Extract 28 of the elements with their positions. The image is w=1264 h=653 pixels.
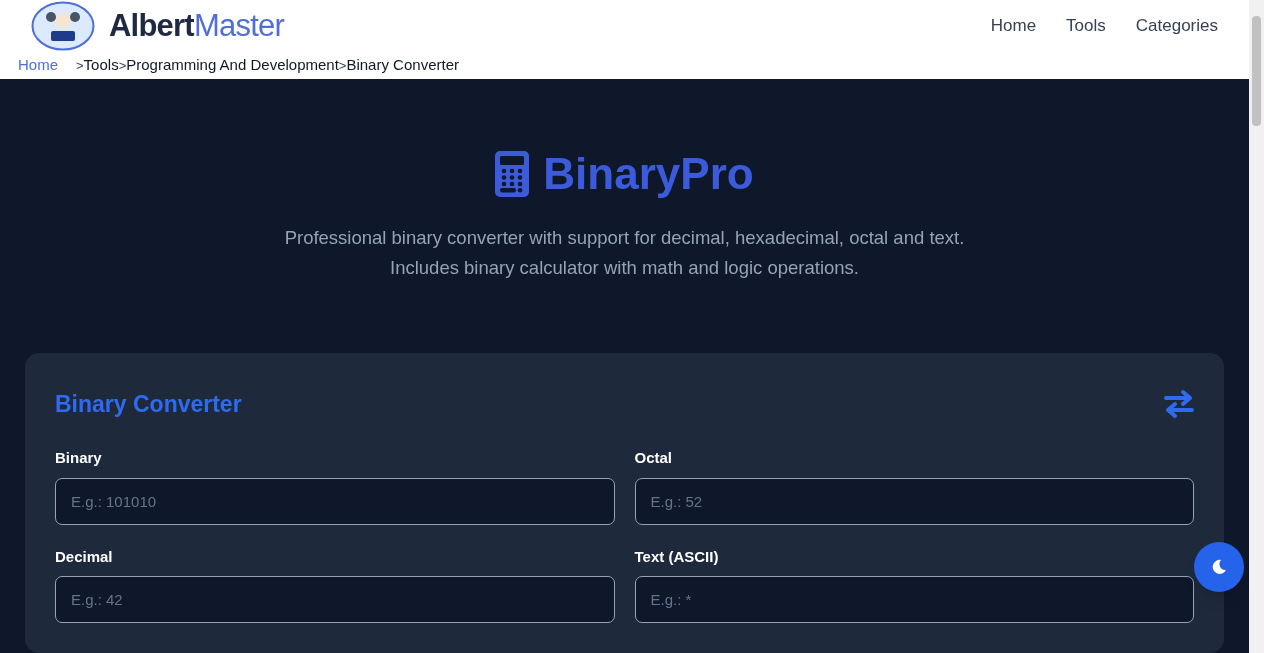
field-label: Decimal bbox=[55, 546, 114, 567]
breadcrumb-separator: > bbox=[118, 56, 127, 75]
input-field[interactable]: E.g.: 52 bbox=[634, 477, 1194, 525]
field-label: Text (ASCII) bbox=[634, 546, 720, 567]
nav-link[interactable]: Tools bbox=[1066, 13, 1106, 39]
nav-link[interactable]: Home bbox=[990, 13, 1037, 39]
input-field[interactable]: E.g.: * bbox=[634, 576, 1194, 623]
field-label: Octal bbox=[634, 448, 673, 468]
converter-title: Binary Converter bbox=[55, 389, 242, 419]
breadcrumb-item: Programming And Development bbox=[126, 55, 339, 76]
input-field[interactable]: E.g.: 101010 bbox=[55, 477, 615, 525]
breadcrumb-separator: > bbox=[76, 56, 84, 75]
input-field[interactable]: E.g.: 42 bbox=[55, 576, 615, 623]
breadcrumb-separator: > bbox=[338, 56, 347, 75]
nav-link[interactable]: Categories bbox=[1135, 13, 1218, 39]
brand-logo-text[interactable]: AlbertMaster bbox=[109, 2, 284, 50]
scrollbar[interactable] bbox=[1249, 0, 1264, 653]
breadcrumb-item: Tools bbox=[83, 55, 119, 76]
calculator-icon bbox=[495, 150, 530, 197]
swap-arrows-icon[interactable] bbox=[1164, 388, 1194, 419]
breadcrumb-item: Binary Converter bbox=[346, 55, 459, 76]
breadcrumb-link[interactable]: Home bbox=[18, 54, 58, 77]
moon-icon bbox=[1211, 558, 1227, 575]
scrollbar-thumb[interactable] bbox=[1252, 16, 1261, 126]
hero-description: Professional binary converter with support for decimal, hexadecimal, octal and text. Includes binary calculator with math and logic operations. bbox=[284, 225, 965, 280]
field-label: Binary bbox=[55, 448, 103, 468]
logo-icon bbox=[31, 1, 95, 52]
hero-title: BinaryPro bbox=[543, 151, 754, 196]
